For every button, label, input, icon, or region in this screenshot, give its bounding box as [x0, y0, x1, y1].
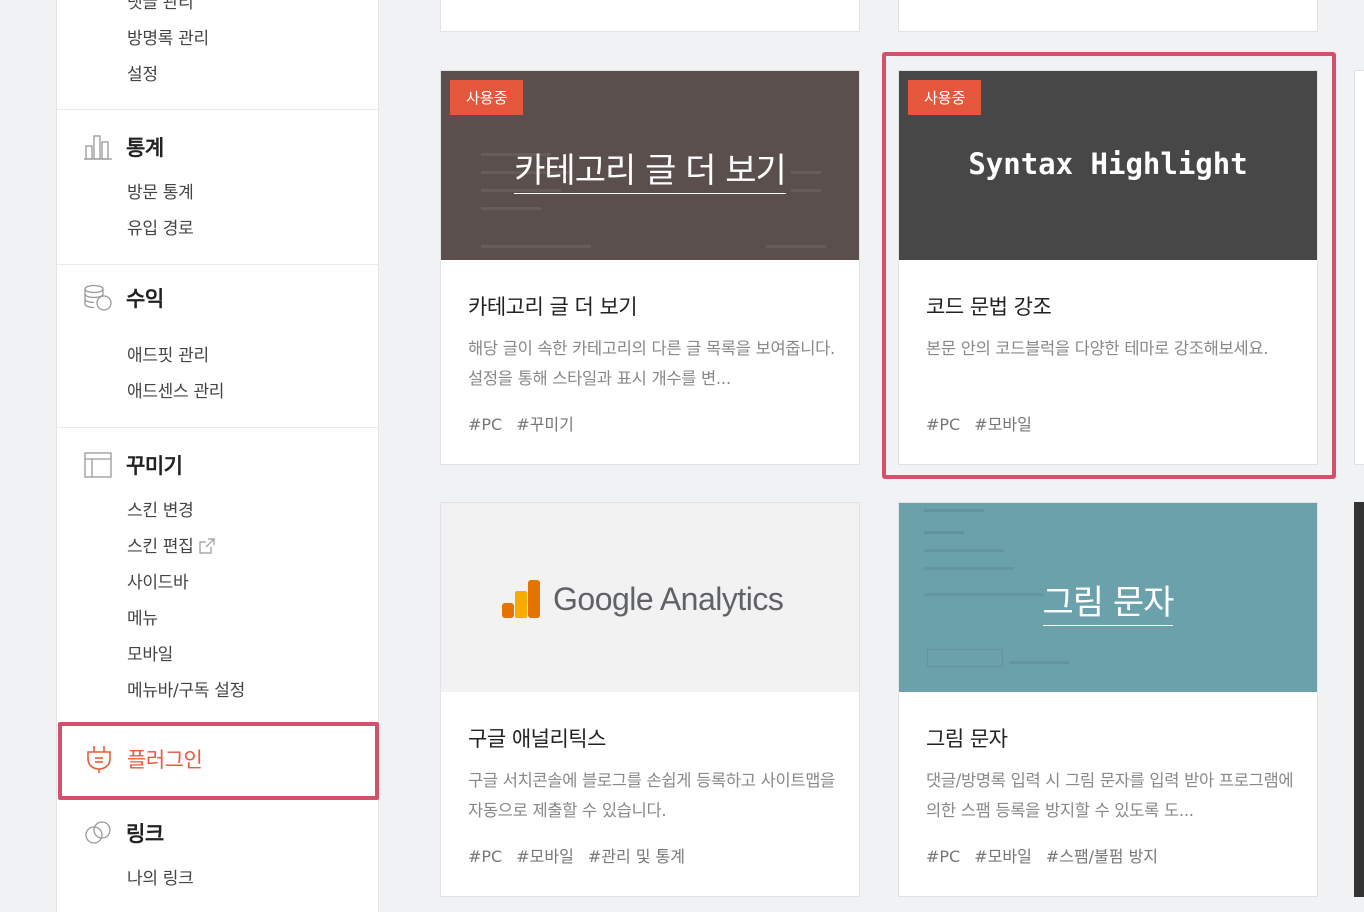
sidebar-item-menu[interactable]: 메뉴	[127, 604, 158, 629]
tag[interactable]: #관리 및 통계	[588, 847, 685, 866]
sidebar-item-visit-stats[interactable]: 방문 통계	[127, 178, 194, 203]
sidebar-item-referrers[interactable]: 유입 경로	[127, 214, 194, 239]
sidebar-title-link: 링크	[126, 822, 164, 846]
sidebar-item-guestbook[interactable]: 방명록 관리	[127, 24, 209, 49]
sidebar-item-plugin[interactable]: 플러그인	[58, 722, 379, 800]
plugin-card-captcha[interactable]: 그림 문자 그림 문자 댓글/방명록 입력 시 그림 문자를 입력 받아 프로그…	[898, 502, 1318, 897]
sidebar-heading-decorate[interactable]: 꾸미기	[83, 450, 183, 480]
plugin-card-partial[interactable]	[1354, 502, 1364, 897]
card-tags: #PC #모바일 #스팸/불펌 방지	[926, 843, 1172, 867]
sidebar-heading-link[interactable]: 링크	[83, 818, 164, 848]
sidebar-section-revenue: 수익 애드핏 관리 애드센스 관리	[57, 265, 378, 428]
card-title: 그림 문자	[926, 727, 1008, 751]
google-analytics-logo-icon	[501, 579, 541, 619]
plugin-card-category-more[interactable]: 카테고리 글 더 보기 사용중 카테고리 글 더 보기 해당 글이 속한 카테고…	[440, 70, 860, 465]
card-thumbnail-title: 카테고리 글 더 보기	[514, 151, 787, 194]
card-description: 댓글/방명록 입력 시 그림 문자를 입력 받아 프로그램에 의한 스팸 등록을…	[926, 771, 1294, 820]
in-use-badge: 사용중	[450, 80, 524, 115]
coins-icon	[83, 283, 113, 313]
sidebar-item-sidebar[interactable]: 사이드바	[127, 568, 189, 593]
sidebar-item-settings[interactable]: 설정	[127, 60, 158, 85]
layout-icon	[83, 450, 113, 480]
selection-highlight	[882, 52, 1336, 479]
tag[interactable]: #모바일	[974, 847, 1032, 866]
card-description: 구글 서치콘솔에 블로그를 손쉽게 등록하고 사이트맵을 자동으로 제출할 수 …	[468, 771, 835, 820]
sidebar-heading-revenue[interactable]: 수익	[83, 283, 164, 313]
sidebar-item-skin-edit-label: 스킨 편집	[127, 537, 194, 557]
plug-icon	[84, 744, 114, 774]
card-thumbnail-title: Google Analytics	[553, 580, 784, 617]
plugin-card-partial[interactable]	[1354, 70, 1364, 465]
bar-chart-icon	[83, 132, 113, 162]
card-tags: #PC #꾸미기	[468, 411, 588, 435]
sidebar-section-link: 링크 나의 링크	[57, 800, 378, 912]
tag[interactable]: #PC	[468, 415, 502, 434]
plugin-card-google-analytics[interactable]: Google Analytics 구글 애널리틱스 구글 서치콘솔에 블로그를 …	[440, 502, 860, 897]
sidebar-section-manage: 댓글 관리 방명록 관리 설정	[57, 0, 378, 110]
tag[interactable]: #모바일	[516, 847, 574, 866]
sidebar-heading-stats[interactable]: 통계	[83, 132, 164, 162]
sidebar-title-revenue: 수익	[126, 287, 164, 311]
sidebar-item-skin-change[interactable]: 스킨 변경	[127, 496, 194, 521]
card-tags: #PC #모바일 #관리 및 통계	[468, 843, 699, 867]
sidebar-title-stats: 통계	[126, 136, 164, 160]
card-title: 구글 애널리틱스	[468, 727, 606, 751]
sidebar-heading-plugin[interactable]: 플러그인	[84, 744, 203, 774]
sidebar-item-menubar[interactable]: 메뉴바/구독 설정	[127, 676, 245, 701]
sidebar-item-mobile[interactable]: 모바일	[127, 640, 173, 665]
card-thumbnail-title: 그림 문자	[1042, 583, 1174, 626]
card-description: 해당 글이 속한 카테고리의 다른 글 목록을 보여줍니다. 설정을 통해 스타…	[468, 339, 835, 388]
card-thumbnail: 카테고리 글 더 보기 사용중	[441, 71, 859, 260]
sidebar-item-adfit[interactable]: 애드핏 관리	[127, 341, 209, 366]
link-icon	[83, 818, 113, 848]
plugin-card-partial[interactable]	[440, 0, 860, 32]
tag[interactable]: #꾸미기	[516, 415, 574, 434]
card-title: 카테고리 글 더 보기	[468, 295, 638, 319]
sidebar-item-adsense[interactable]: 애드센스 관리	[127, 377, 224, 402]
sidebar-section-decorate: 꾸미기 스킨 변경 스킨 편집 사이드바 메뉴 모바일 메뉴바/구독 설정	[57, 428, 378, 724]
sidebar-section-stats: 통계 방문 통계 유입 경로	[57, 110, 378, 265]
sidebar-item-comments[interactable]: 댓글 관리	[127, 0, 194, 13]
sidebar-title-decorate: 꾸미기	[126, 454, 183, 478]
tag[interactable]: #스팸/불펌 방지	[1046, 847, 1158, 866]
tag[interactable]: #PC	[926, 847, 960, 866]
card-thumbnail: 그림 문자	[899, 503, 1317, 692]
external-link-icon	[199, 538, 216, 559]
sidebar-item-skin-edit[interactable]: 스킨 편집	[127, 532, 216, 559]
plugin-card-partial[interactable]	[898, 0, 1318, 32]
sidebar-title-plugin: 플러그인	[127, 748, 203, 772]
tag[interactable]: #PC	[468, 847, 502, 866]
sidebar-item-my-link[interactable]: 나의 링크	[127, 864, 194, 889]
card-thumbnail: Google Analytics	[441, 503, 859, 692]
